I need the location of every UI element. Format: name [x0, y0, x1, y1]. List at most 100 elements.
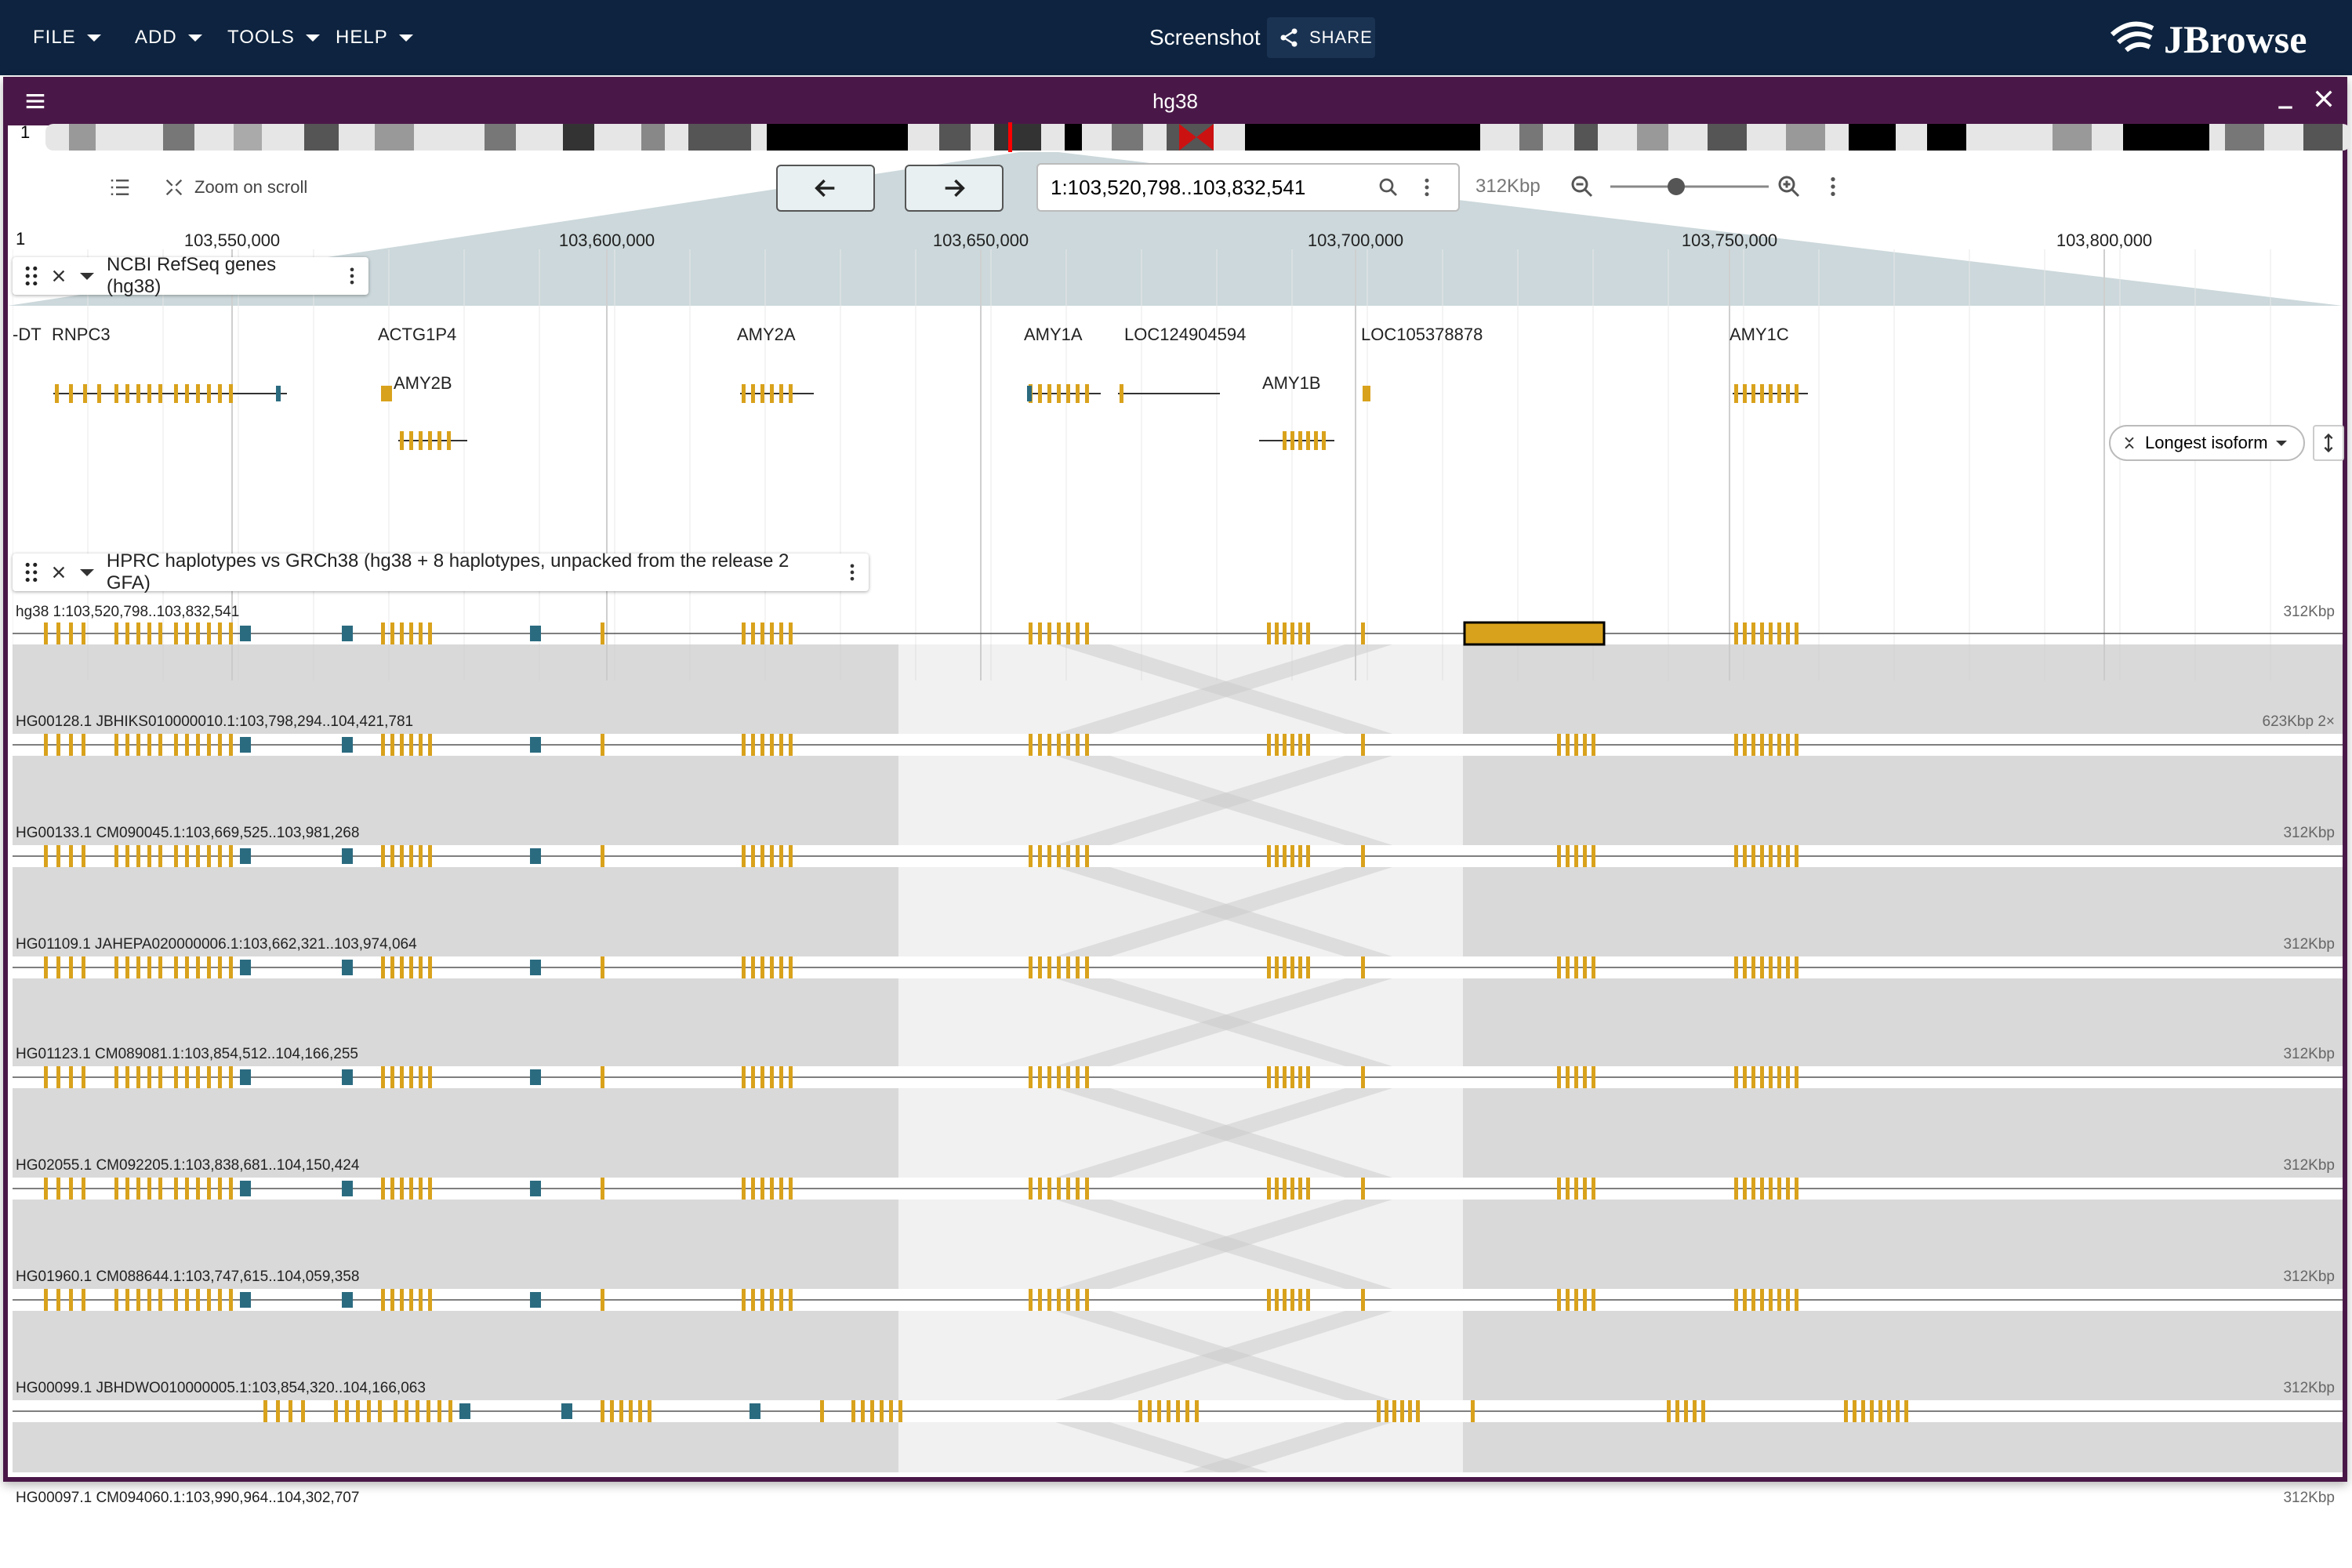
- ideogram-band: [163, 124, 194, 151]
- synteny-ribbon: [898, 867, 1463, 956]
- exon: [207, 734, 211, 756]
- exon: [742, 956, 746, 978]
- utr: [530, 1181, 541, 1196]
- gene-label[interactable]: AMY2A: [737, 325, 796, 345]
- track-canvas[interactable]: [13, 249, 2343, 1472]
- haplotype-row-label[interactable]: HG02055.1 CM092205.1:103,838,681..104,15…: [16, 1157, 359, 1174]
- gene-label[interactable]: LOC105378878: [1361, 325, 1483, 345]
- exon: [158, 622, 162, 644]
- close-track-icon[interactable]: [50, 267, 67, 285]
- exon: [1786, 1178, 1790, 1200]
- exon: [1275, 1178, 1279, 1200]
- drag-handle-icon[interactable]: [25, 562, 38, 583]
- exon: [1583, 1289, 1587, 1311]
- haplotype-row-label[interactable]: HG00097.1 CM094060.1:103,990,964..104,30…: [16, 1490, 359, 1507]
- arrow-left-icon: [815, 179, 835, 198]
- ruler-tick: 103,650,000: [932, 230, 1029, 250]
- haplotype-row-size: 312Kbp: [2283, 1269, 2335, 1285]
- exon: [1306, 431, 1310, 450]
- exon: [1290, 1066, 1294, 1088]
- exon: [1361, 1289, 1365, 1311]
- logo-text: JBrowse: [2164, 17, 2307, 61]
- isoform-select[interactable]: Longest isoform: [2109, 425, 2305, 461]
- session-name[interactable]: Screenshot: [1149, 22, 1261, 53]
- haplotype-row-size: 312Kbp: [2283, 825, 2335, 841]
- search-icon[interactable]: [1377, 176, 1400, 199]
- exon: [44, 845, 48, 867]
- gene-label[interactable]: AMY1A: [1024, 325, 1083, 345]
- haplotype-track-label[interactable]: HPRC haplotypes vs GRCh38 (hg38 + 8 hapl…: [13, 550, 869, 593]
- zoom-on-scroll-toggle[interactable]: Zoom on scroll: [108, 176, 307, 199]
- haplotype-row-label[interactable]: HG00099.1 JBHDWO010000005.1:103,854,320.…: [16, 1380, 426, 1397]
- forward-button[interactable]: [905, 165, 1004, 212]
- exon: [1471, 1400, 1475, 1422]
- haplotype-row-label[interactable]: HG01960.1 CM088644.1:103,747,615..104,05…: [16, 1269, 359, 1286]
- synteny-ribbon: [1463, 1088, 2343, 1178]
- gene-label[interactable]: -DT: [13, 325, 42, 345]
- exon: [1290, 734, 1294, 756]
- view-options-icon[interactable]: [1828, 174, 1838, 199]
- exon: [629, 1400, 633, 1422]
- exon: [1167, 1400, 1171, 1422]
- exon: [1592, 956, 1595, 978]
- more-vert-icon[interactable]: [1422, 176, 1432, 199]
- drag-handle-icon[interactable]: [25, 266, 38, 286]
- track-menu-icon[interactable]: [848, 561, 856, 583]
- exon: [381, 1289, 385, 1311]
- zoom-in-icon[interactable]: [1775, 172, 1803, 201]
- menu-add[interactable]: ADD: [135, 22, 202, 53]
- share-button[interactable]: SHARE: [1267, 17, 1375, 58]
- menu-tools[interactable]: TOOLS: [227, 22, 320, 53]
- gene-label[interactable]: RNPC3: [52, 325, 111, 345]
- exon: [56, 845, 60, 867]
- chromosome-ideogram[interactable]: [45, 122, 2350, 152]
- exon: [1743, 622, 1747, 644]
- track-menu-icon[interactable]: [348, 265, 356, 287]
- exon: [760, 734, 764, 756]
- close-track-icon[interactable]: [50, 564, 67, 581]
- close-icon[interactable]: [2311, 86, 2336, 111]
- gene-label[interactable]: ACTG1P4: [378, 325, 456, 345]
- exon: [1751, 384, 1755, 403]
- exon: [381, 1066, 385, 1088]
- exon: [1148, 1400, 1152, 1422]
- haplotype-row-label[interactable]: hg38 1:103,520,798..103,832,541: [16, 604, 239, 621]
- track-selector-icon[interactable]: [108, 176, 132, 199]
- exon: [1038, 384, 1042, 403]
- menu-file[interactable]: FILE: [33, 22, 101, 53]
- track-caret-icon[interactable]: [79, 272, 94, 280]
- genes-track-label[interactable]: NCBI RefSeq genes (hg38): [13, 254, 368, 297]
- haplotype-row-label[interactable]: HG00133.1 CM090045.1:103,669,525..103,98…: [16, 825, 359, 842]
- track-height-button[interactable]: [2313, 425, 2344, 461]
- minimize-icon[interactable]: [2274, 88, 2297, 111]
- exon: [1047, 845, 1051, 867]
- exon: [770, 845, 774, 867]
- location-search-input[interactable]: 1:103,520,798..103,832,541: [1036, 163, 1460, 212]
- gene-label[interactable]: AMY2B: [394, 373, 452, 394]
- exon: [760, 845, 764, 867]
- exon: [1047, 384, 1051, 403]
- jbrowse-logo: JBrowse: [2107, 14, 2307, 64]
- exon: [56, 956, 60, 978]
- haplotype-row-label[interactable]: HG00128.1 JBHIKS010000010.1:103,798,294.…: [16, 713, 413, 731]
- menu-help[interactable]: HELP: [336, 22, 413, 53]
- exon: [751, 734, 755, 756]
- exon: [428, 956, 432, 978]
- zoom-slider[interactable]: [1607, 177, 1772, 196]
- menu-file-label: FILE: [33, 27, 76, 48]
- back-button[interactable]: [776, 165, 875, 212]
- utr: [240, 737, 251, 753]
- gene-label[interactable]: AMY1B: [1262, 373, 1321, 394]
- app-bar: FILE ADD TOOLS HELP Screenshot SHARE JBr…: [0, 0, 2352, 75]
- exon: [409, 1289, 413, 1311]
- exon: [437, 431, 441, 450]
- zoom-scroll-icon: [165, 179, 183, 196]
- track-caret-icon[interactable]: [79, 568, 94, 576]
- zoom-out-icon[interactable]: [1568, 172, 1596, 201]
- haplotype-row-label[interactable]: HG01123.1 CM089081.1:103,854,512..104,16…: [16, 1046, 358, 1063]
- gene-label[interactable]: AMY1C: [1730, 325, 1789, 345]
- exon: [1566, 734, 1570, 756]
- haplotype-row-label[interactable]: HG01109.1 JAHEPA020000006.1:103,662,321.…: [16, 936, 417, 953]
- exon: [779, 956, 783, 978]
- gene-label[interactable]: LOC124904594: [1124, 325, 1246, 345]
